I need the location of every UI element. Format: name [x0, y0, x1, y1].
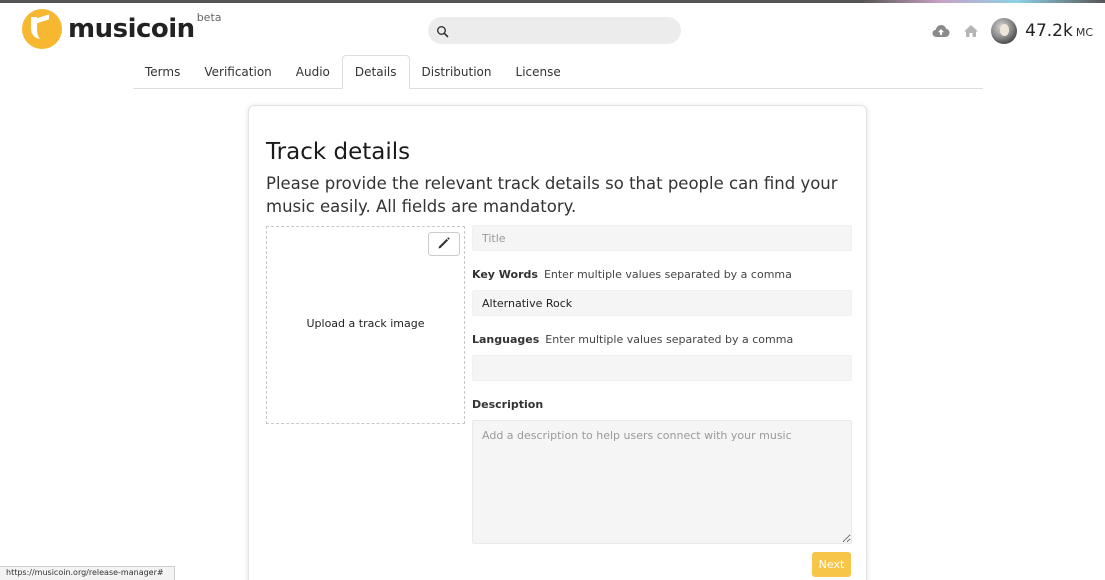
languages-input[interactable] [472, 355, 852, 381]
track-details-card: Track details Please provide the relevan… [248, 105, 867, 580]
search-icon [436, 24, 450, 38]
brand-name: musicoin [68, 14, 195, 44]
pencil-icon [437, 235, 451, 254]
description-label-text: Description [472, 398, 544, 411]
keywords-label: Key Words Enter multiple values separated… [472, 268, 792, 281]
user-avatar[interactable] [991, 18, 1018, 44]
tab-audio[interactable]: Audio [284, 55, 342, 88]
keywords-label-text: Key Words [472, 268, 538, 281]
page-title: Track details [266, 139, 411, 165]
tab-terms[interactable]: Terms [133, 55, 192, 88]
upload-track-image-label: Upload a track image [306, 317, 425, 330]
home-icon[interactable] [961, 21, 981, 41]
keywords-input[interactable] [472, 290, 852, 316]
tab-details[interactable]: Details [341, 55, 410, 89]
upload-cloud-icon[interactable] [931, 21, 951, 41]
beta-badge: beta [196, 11, 222, 24]
musicoin-logo-icon [22, 9, 62, 49]
languages-label-text: Languages [472, 333, 540, 346]
description-label: Description [472, 398, 549, 411]
tab-verification[interactable]: Verification [192, 55, 283, 88]
next-button[interactable]: Next [812, 552, 851, 577]
tab-distribution[interactable]: Distribution [410, 55, 504, 88]
track-image-upload[interactable]: Upload a track image [266, 226, 465, 424]
top-header: musicoin beta 47.2k MC [0, 3, 1105, 55]
brand-logo[interactable]: musicoin beta [22, 9, 222, 49]
title-input[interactable] [472, 225, 852, 251]
release-tabs: Terms Verification Audio Details Distrib… [133, 55, 983, 89]
wallet-balance: 47.2k MC [1025, 21, 1093, 41]
balance-value: 47.2k [1025, 21, 1073, 41]
description-textarea[interactable] [472, 420, 852, 544]
languages-label: Languages Enter multiple values separated… [472, 333, 793, 346]
edit-image-button[interactable] [428, 232, 460, 256]
search-input[interactable] [456, 19, 671, 42]
link-status-bar: https://musicoin.org/release-manager# [0, 566, 175, 580]
page-subtitle: Please provide the relevant track detail… [266, 174, 838, 216]
balance-unit: MC [1075, 26, 1093, 39]
search-bar[interactable] [428, 17, 681, 44]
tab-license[interactable]: License [504, 55, 573, 88]
keywords-hint: Enter multiple values separated by a com… [543, 268, 792, 281]
header-tools: 47.2k MC [921, 16, 1093, 46]
languages-hint: Enter multiple values separated by a com… [545, 333, 794, 346]
